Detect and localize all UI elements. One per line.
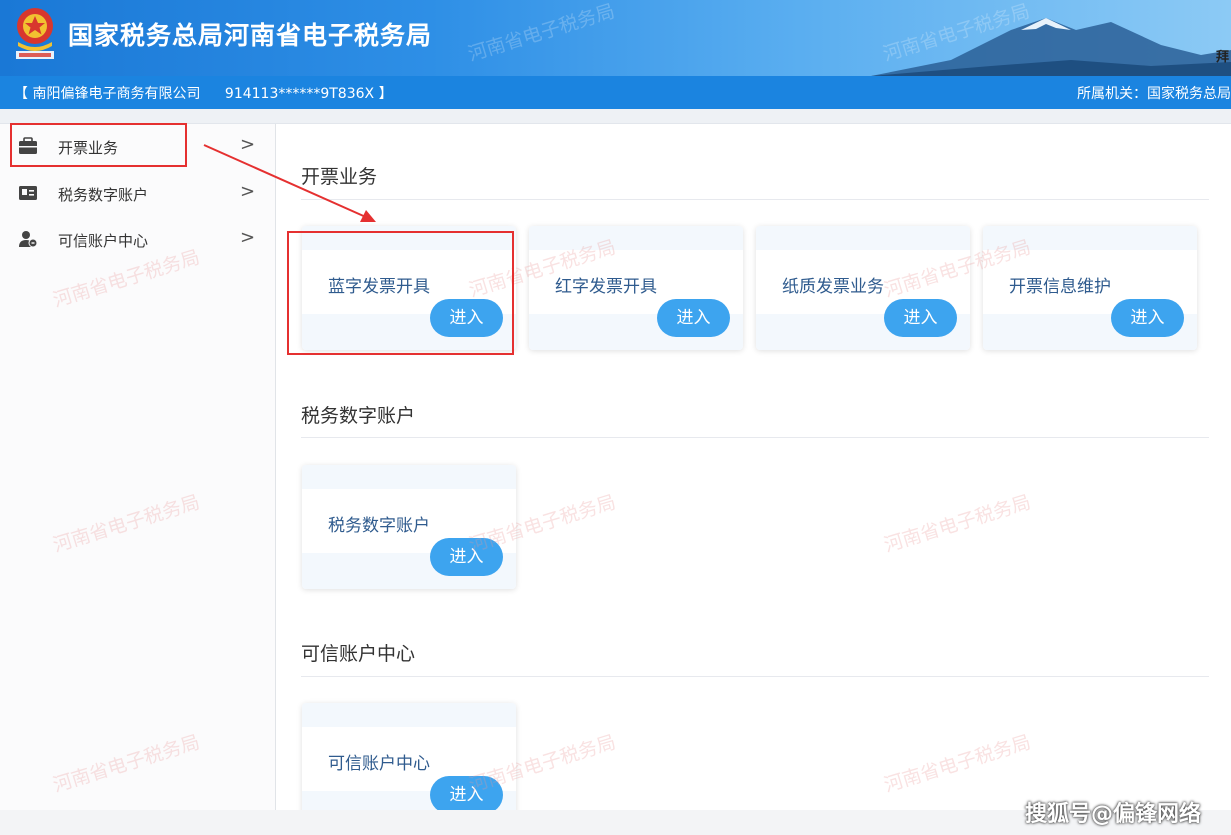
section-divider bbox=[301, 437, 1209, 438]
card-label: 税务数字账户 bbox=[328, 516, 430, 536]
chevron-right-icon: > bbox=[240, 227, 256, 248]
header-divider bbox=[0, 109, 1231, 124]
watermark: 河南省电子税务局 bbox=[465, 0, 618, 66]
site-header: 国家税务总局河南省电子税务局 河南省电子税务局 河南省电子税务局 拜 bbox=[0, 0, 1231, 76]
enter-button[interactable]: 进入 bbox=[1111, 299, 1184, 337]
header-edge-text[interactable]: 拜 bbox=[1216, 46, 1229, 65]
tax-authority: 所属机关：国家税务总局 bbox=[1077, 86, 1231, 102]
site-title: 国家税务总局河南省电子税务局 bbox=[68, 21, 433, 50]
user-shield-icon bbox=[19, 231, 38, 248]
enter-button[interactable]: 进入 bbox=[430, 776, 503, 814]
card-label: 纸质发票业务 bbox=[782, 277, 884, 297]
card-paper-invoice: 纸质发票业务 进入 bbox=[756, 226, 970, 350]
section-title-invoicing: 开票业务 bbox=[301, 166, 378, 188]
enter-button[interactable]: 进入 bbox=[430, 538, 503, 576]
sidebar-item-label: 可信账户中心 bbox=[58, 232, 149, 250]
section-divider bbox=[301, 676, 1209, 677]
sidebar-item-trusted-account[interactable]: 可信账户中心 > bbox=[0, 217, 276, 261]
card-invoice-info: 开票信息维护 进入 bbox=[983, 226, 1197, 350]
mountain-illustration bbox=[871, 18, 1231, 76]
section-title-digital-account: 税务数字账户 bbox=[301, 405, 416, 427]
card-label: 可信账户中心 bbox=[328, 754, 430, 774]
watermark: 河南省电子税务局 bbox=[50, 491, 203, 557]
sidebar-item-label: 税务数字账户 bbox=[58, 186, 149, 204]
tax-emblem-icon bbox=[16, 8, 54, 59]
taxpayer-info-bar: 【 南阳偏锋电子商务有限公司 914113******9T836X 】 所属机关… bbox=[0, 76, 1231, 109]
section-title-trusted-account: 可信账户中心 bbox=[301, 643, 416, 665]
watermark: 河南省电子税务局 bbox=[881, 731, 1034, 797]
tax-id: 914113******9T836X 】 bbox=[224, 86, 393, 102]
section-divider bbox=[301, 199, 1209, 200]
sidebar-item-digital-account[interactable]: 税务数字账户 > bbox=[0, 171, 276, 215]
id-card-icon bbox=[19, 186, 37, 200]
watermark: 河南省电子税务局 bbox=[881, 491, 1034, 557]
watermark: 河南省电子税务局 bbox=[50, 731, 203, 797]
chevron-right-icon: > bbox=[240, 181, 256, 202]
chevron-right-icon: > bbox=[240, 134, 256, 155]
sidebar: 开票业务 > 税务数字账户 > 可信账户中心 > 河南省电子税务局 河南省电子税… bbox=[0, 124, 276, 810]
highlight-box-card bbox=[287, 231, 514, 355]
card-digital-account: 税务数字账户 进入 bbox=[302, 465, 516, 589]
enter-button[interactable]: 进入 bbox=[884, 299, 957, 337]
highlight-box-sidebar bbox=[10, 123, 187, 167]
card-label: 开票信息维护 bbox=[1009, 277, 1111, 297]
card-trusted-account: 可信账户中心 进入 bbox=[302, 703, 516, 827]
card-label: 红字发票开具 bbox=[555, 277, 657, 297]
company-name: 【 南阳偏锋电子商务有限公司 bbox=[14, 86, 201, 102]
card-red-invoice: 红字发票开具 进入 bbox=[529, 226, 743, 350]
main-content: 开票业务 蓝字发票开具 进入 红字发票开具 进入 纸质发票业务 进入 开票信息维… bbox=[276, 124, 1231, 827]
enter-button[interactable]: 进入 bbox=[657, 299, 730, 337]
source-watermark: 搜狐号@偏锋网络 bbox=[1024, 802, 1201, 827]
